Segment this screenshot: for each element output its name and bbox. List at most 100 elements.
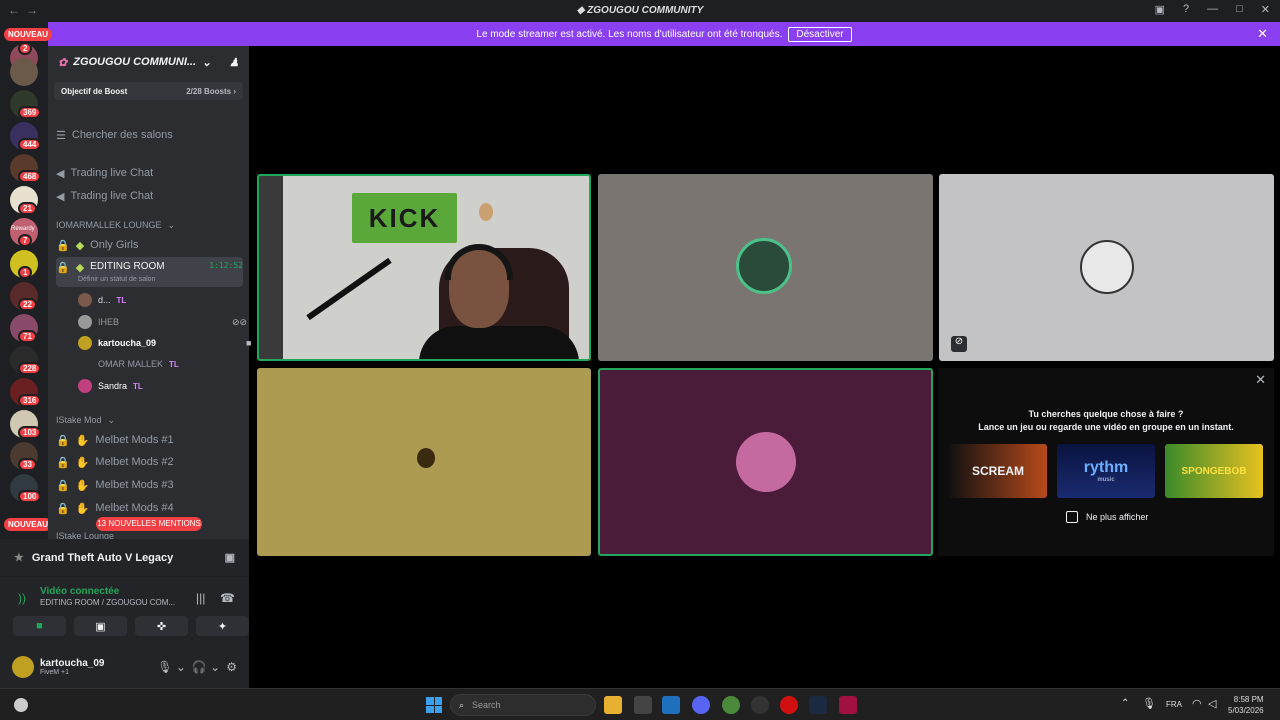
discord-icon[interactable] <box>692 696 710 714</box>
video-tile-avatar[interactable]: ⊘ <box>939 174 1274 361</box>
category-header[interactable]: IOMARMALLEK LOUNGE ⌄ <box>56 216 243 234</box>
channel-item[interactable]: 🔒 ✋ Melbet Mods #4 <box>56 498 243 518</box>
video-tile-webcam[interactable]: KICK <box>257 174 591 361</box>
activity-thumb-rythm[interactable]: rythm music <box>1057 444 1155 498</box>
window-controls: ▣ ? — □ ✕ <box>1155 3 1270 16</box>
title-bar: ←→ ◆ ZGOUGOU COMMUNITY ▣ ? — □ ✕ <box>0 0 1280 22</box>
checkbox[interactable] <box>1066 511 1078 523</box>
screen-share-button[interactable]: ▣ <box>74 616 127 636</box>
voice-user[interactable]: d... TL <box>78 291 126 309</box>
taskbar-search[interactable]: ⌕ Search <box>450 694 596 716</box>
camera-button[interactable]: ■ <box>13 616 66 636</box>
file-explorer-icon[interactable] <box>604 696 622 714</box>
opera-icon[interactable] <box>780 696 798 714</box>
voice-user[interactable]: IHEB ⊘⊘ <box>78 313 247 331</box>
store-icon[interactable] <box>634 696 652 714</box>
inbox-icon[interactable]: ▣ <box>1155 3 1165 16</box>
user-panel: ★ Grand Theft Auto V Legacy ▣ )) Vidéo c… <box>0 539 249 688</box>
video-tile-avatar[interactable] <box>598 368 933 556</box>
language-indicator[interactable]: FRA <box>1166 700 1182 709</box>
mention-badge: 468 <box>18 170 42 183</box>
new-badge-top: NOUVEAU <box>4 28 53 41</box>
hand-icon: ✋ <box>75 434 90 447</box>
channel-item[interactable]: 🔒 ✋ Melbet Mods #2 <box>56 452 243 472</box>
username: kartoucha_09 <box>40 658 105 669</box>
muted-icon: ⊘⊘ <box>232 316 248 327</box>
new-badge-bottom: NOUVEAU <box>4 518 53 531</box>
game-activity[interactable]: ★ Grand Theft Auto V Legacy ▣ <box>0 539 249 577</box>
volume-icon[interactable]: ◁ <box>1208 697 1216 710</box>
category-header[interactable]: IStake Mod ⌄ <box>56 411 243 429</box>
server-badge-icon: ✿ <box>58 56 68 69</box>
settings-icon[interactable]: ⚙ <box>226 660 237 674</box>
widgets-icon[interactable] <box>14 698 28 712</box>
clock[interactable]: 8:58 PM 5/03/2026 <box>1228 694 1264 716</box>
steam-icon[interactable] <box>809 696 827 714</box>
noise-icon[interactable]: ||| <box>196 591 205 605</box>
avatar <box>736 238 792 294</box>
invite-icon[interactable]: ♟ <box>229 56 239 69</box>
voice-location[interactable]: EDITING ROOM / ZGOUGOU COM... <box>40 598 175 607</box>
mention-badge: 228 <box>18 362 42 375</box>
lock-icon: 🔒 <box>56 456 70 469</box>
lock-icon: 🔒 <box>56 479 70 492</box>
mention-badge: 444 <box>18 138 42 151</box>
channel-item[interactable]: ◀ Trading live Chat <box>56 163 243 183</box>
video-tile-avatar[interactable] <box>257 368 591 556</box>
suggestion-title: Tu cherches quelque chose à faire ? <box>1028 409 1184 419</box>
soundboard-button[interactable]: ✦ <box>196 616 249 636</box>
channel-item[interactable]: 🔒 ✋ Melbet Mods #3 <box>56 475 243 495</box>
maximize-button[interactable]: □ <box>1236 3 1243 16</box>
app-icon[interactable] <box>751 696 769 714</box>
close-button[interactable]: ✕ <box>1261 3 1270 16</box>
wifi-icon[interactable]: ◠ <box>1192 697 1202 710</box>
minimize-button[interactable]: — <box>1207 3 1218 16</box>
hand-icon: ✋ <box>75 456 90 469</box>
voice-buttons: ■ ▣ ✜ ✦ <box>13 616 249 636</box>
voice-user[interactable]: OMAR MALLEK TL <box>78 355 179 373</box>
channel-only-girls[interactable]: 🔒 ◆ Only Girls <box>56 235 243 255</box>
disable-streamer-button[interactable]: Désactiver <box>788 26 852 42</box>
close-banner-icon[interactable]: ✕ <box>1257 26 1268 42</box>
server-icon[interactable] <box>10 58 38 86</box>
channel-item[interactable]: 🔒 ✋ Melbet Mods #1 <box>56 430 243 450</box>
mention-badge: 369 <box>18 106 42 119</box>
mic-arm <box>306 257 392 321</box>
editor-app-icon[interactable] <box>839 696 857 714</box>
microphone-icon[interactable]: 🎙 ⌄ <box>157 660 186 674</box>
search-channels-label: Chercher des salons <box>71 129 173 141</box>
server-header[interactable]: ✿ ZGOUGOU COMMUNI... ⌄ ♟ <box>48 46 249 78</box>
avatar[interactable] <box>12 656 34 678</box>
shield-icon: ◆ <box>75 239 85 252</box>
stream-icon[interactable]: ▣ <box>225 551 235 564</box>
channel-search[interactable]: ☰ Chercher des salons <box>56 124 243 146</box>
start-icon[interactable] <box>426 697 442 713</box>
tray-chevron-icon[interactable]: ⌃ <box>1121 698 1129 709</box>
avatar <box>1080 240 1134 294</box>
headphones-icon[interactable]: 🎧 ⌄ <box>192 660 220 674</box>
lock-icon: 🔒 <box>56 434 70 447</box>
channel-item[interactable]: ◀ Trading live Chat <box>56 186 243 206</box>
microphone-tray-icon[interactable]: 🎙 <box>1142 697 1156 710</box>
gta-icon: ★ <box>14 552 24 564</box>
kick-sign: KICK <box>352 193 457 243</box>
new-mentions-pill[interactable]: 13 NOUVELLES MENTIONS <box>96 517 202 531</box>
dont-show-again[interactable]: Ne plus afficher <box>1066 511 1148 523</box>
mail-icon[interactable] <box>662 696 680 714</box>
help-icon[interactable]: ? <box>1183 3 1189 16</box>
windows-taskbar: ⌕ Search ⌃ 🎙 FRA ◠ ◁ 8:58 PM 5/03/2026 <box>0 688 1280 720</box>
voice-user[interactable]: kartoucha_09 ■ <box>78 334 251 352</box>
activities-button[interactable]: ✜ <box>135 616 188 636</box>
camera-icon: ■ <box>246 338 252 348</box>
chrome-icon[interactable] <box>722 696 740 714</box>
boost-goal[interactable]: Objectif de Boost 2/28 Boosts › <box>54 82 243 100</box>
disconnect-icon[interactable]: ☎ <box>220 591 235 605</box>
close-icon[interactable]: ✕ <box>1255 372 1266 388</box>
speaker-icon: ◀ <box>56 190 65 203</box>
activity-thumb-spongebob[interactable]: SPONGEBOB <box>1165 444 1263 498</box>
video-tile-avatar[interactable] <box>598 174 933 361</box>
activity-thumb-scream[interactable]: SCREAM <box>949 444 1047 498</box>
voice-user[interactable]: Sandra TL <box>78 377 143 395</box>
mention-badge: 100 <box>18 490 42 503</box>
status-hint[interactable]: Définir un statut de salon <box>78 276 155 283</box>
